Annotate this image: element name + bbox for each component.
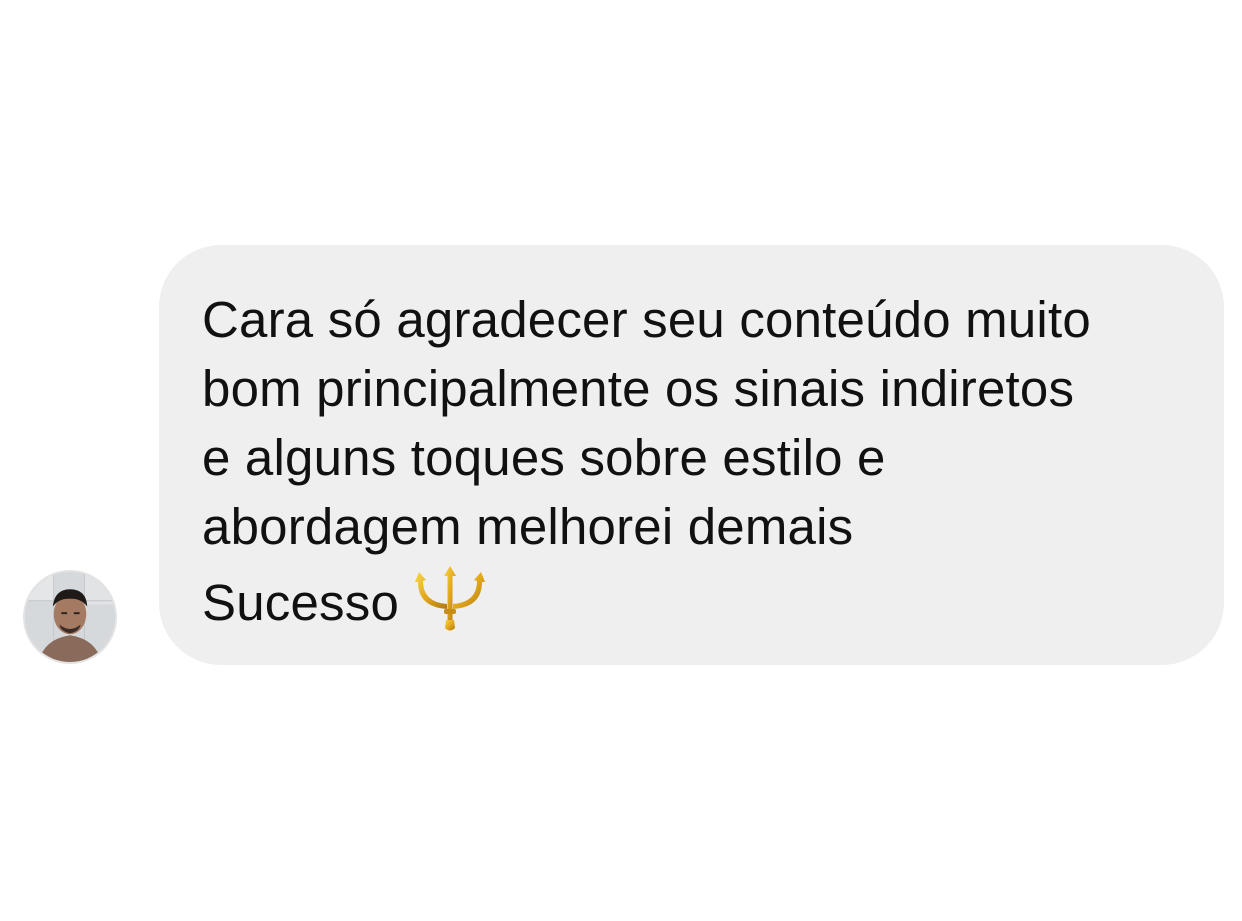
avatar-photo-icon xyxy=(25,572,115,662)
message-line: e alguns toques sobre estilo e xyxy=(202,429,886,486)
message-line: bom principalmente os sinais indiretos xyxy=(202,360,1075,417)
message-closing-line: Sucesso xyxy=(202,561,1184,643)
trident-icon xyxy=(413,564,487,634)
message-line: abordagem melhorei demais xyxy=(202,498,854,555)
sender-avatar[interactable] xyxy=(23,570,117,664)
message-bubble[interactable]: Cara só agradecer seu conteúdo muito bom… xyxy=(159,245,1224,665)
message-closing-text: Sucesso xyxy=(202,573,400,631)
message-row: Cara só agradecer seu conteúdo muito bom… xyxy=(0,0,1242,921)
message-line: Cara só agradecer seu conteúdo muito xyxy=(202,291,1091,348)
